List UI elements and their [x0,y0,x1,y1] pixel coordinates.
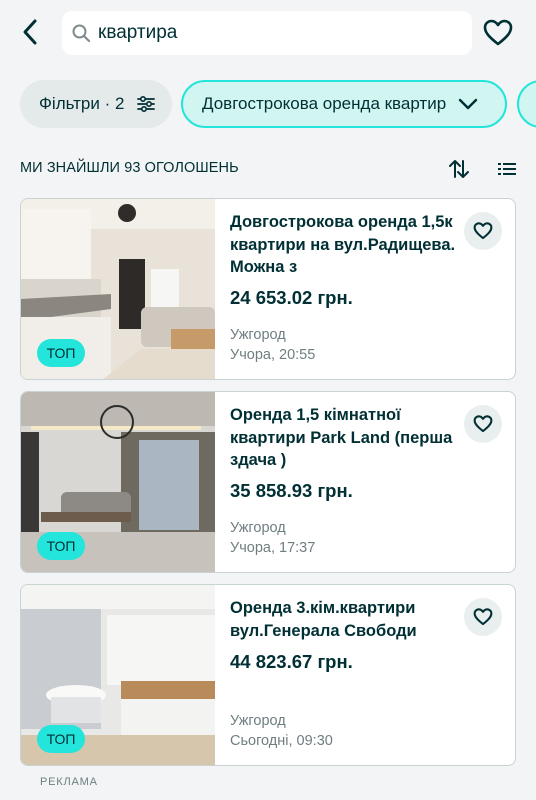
top-badge: ТОП [37,339,85,367]
filters-chip[interactable]: Фільтри · 2 [20,80,172,128]
favorite-button[interactable] [464,212,502,250]
listing-title: Оренда 1,5 кімнатної квартири Park Land … [230,406,453,469]
top-bar [0,0,536,66]
listing-card[interactable]: ТОП Оренда 3.кім.квартири вул.Генерала С… [20,584,516,766]
listing-card[interactable]: ТОП Оренда 1,5 кімнатної квартири Park L… [20,391,516,573]
top-badge: ТОП [37,725,85,753]
top-badge: ТОП [37,532,85,560]
listing-photo: ТОП [21,585,215,765]
listing-title: Оренда 3.кім.квартири вул.Генерала Свобо… [230,599,417,640]
ad-label: РЕКЛАМА [40,776,98,788]
heart-outline-icon [473,608,493,626]
listing-title: Довгострокова оренда 1,5к квартири на ву… [230,213,456,276]
listing-city: Ужгород [230,327,286,343]
listing-city: Ужгород [230,713,286,729]
listing-price: 24 653.02 грн. [230,287,353,308]
sort-arrows-icon [449,160,469,178]
listing-card[interactable]: ТОП Довгострокова оренда 1,5к квартири н… [20,198,516,380]
heart-outline-icon [473,222,493,240]
results-bar: МИ ЗНАЙШЛИ 93 ОГОЛОШЕНЬ [0,150,536,186]
heart-outline-icon [473,415,493,433]
favorite-button[interactable] [464,405,502,443]
next-filter-chip[interactable] [517,80,536,128]
listing-date: Учора, 17:37 [230,540,316,556]
listing-date: Учора, 20:55 [230,347,316,363]
list-view-icon [498,163,516,175]
search-icon [70,22,92,44]
filters-chip-label: Фільтри · 2 [39,94,125,113]
filter-chips-row: Фільтри · 2 Довгострокова оренда квартир [0,76,536,132]
heart-outline-icon [483,19,513,46]
sort-button[interactable] [446,156,472,182]
category-chip-label: Довгострокова оренда квартир [202,94,447,113]
listing-price: 44 823.67 грн. [230,651,353,672]
search-field[interactable] [62,11,472,55]
category-chip[interactable]: Довгострокова оренда квартир [181,80,507,128]
listing-date: Сьогодні, 09:30 [230,733,333,749]
view-mode-button[interactable] [494,156,520,182]
listing-photo: ТОП [21,199,215,379]
chevron-down-icon [458,98,478,110]
listing-photo: ТОП [21,392,215,572]
sliders-icon [137,96,156,112]
favorites-button[interactable] [482,16,514,50]
favorite-button[interactable] [464,598,502,636]
listing-price: 35 858.93 грн. [230,480,353,501]
search-input[interactable] [98,22,438,44]
back-button[interactable] [14,14,46,50]
listing-city: Ужгород [230,520,286,536]
chevron-left-icon [23,19,37,45]
results-count: МИ ЗНАЙШЛИ 93 ОГОЛОШЕНЬ [20,160,239,176]
